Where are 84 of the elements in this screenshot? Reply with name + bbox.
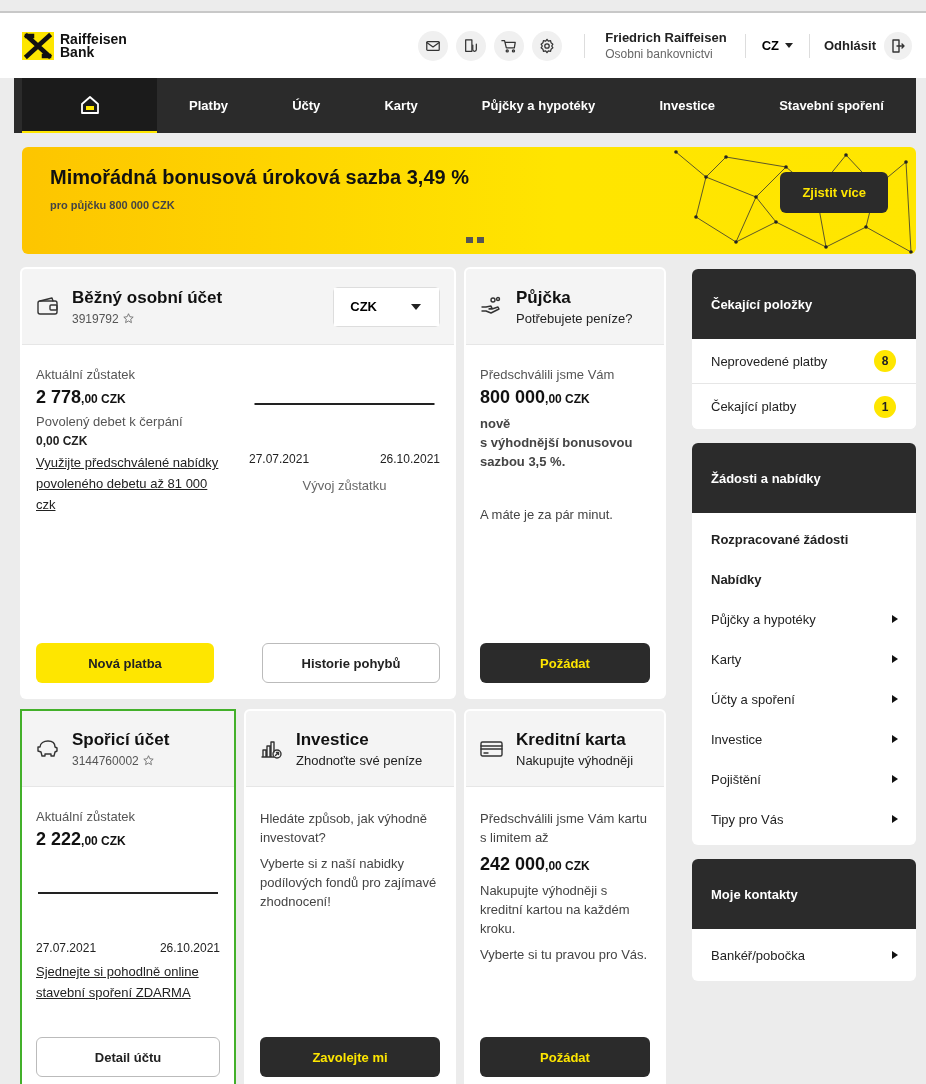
logout-icon (890, 37, 906, 54)
nav-tab[interactable]: Investice (657, 94, 718, 117)
banner-subtitle: pro půjčku 800 000 CZK (50, 199, 176, 211)
home-icon (79, 94, 100, 115)
description-text: Předschválili jsme Vám kartu s limitem až (480, 810, 648, 847)
card-subtitle: Potřebujete peníze? (516, 310, 634, 326)
card-title: Spořicí účet (72, 729, 171, 750)
card-title: Kreditní karta (516, 729, 627, 750)
action-button[interactable]: Nová platba (36, 643, 214, 683)
arrow-right-icon (892, 615, 898, 623)
debit-value: 0,00 CZK (36, 434, 89, 448)
balance-label: Povolený debet k čerpání (36, 414, 184, 429)
action-button[interactable]: Detail účtu (36, 1037, 220, 1077)
arrow-right-icon (892, 775, 898, 783)
amount-value: 800 000,00 CZK (480, 387, 591, 408)
amount-value: 2 222,00 CZK (36, 829, 127, 850)
nav-tab[interactable]: Platby (187, 94, 231, 117)
nav-tab[interactable]: Karty (382, 94, 420, 117)
card-title: Běžný osobní účet (72, 287, 224, 308)
date-label: 27.07.2021 (36, 941, 97, 955)
count-badge: 1 (874, 395, 896, 418)
offer-link[interactable]: Sjednejte si pohodlně online stavební spoření ZDARMA (36, 961, 220, 1003)
bank-logo-icon (22, 31, 54, 60)
document-clip-button[interactable] (456, 30, 487, 61)
settings-button[interactable] (532, 30, 563, 61)
user-name: Friedrich Raiffeisen (605, 30, 727, 45)
panel-header: Žádosti a nabídky (692, 443, 916, 513)
logout-button[interactable]: Odhlásit (824, 31, 912, 60)
mail-button[interactable] (418, 30, 449, 61)
logo-wordmark: Raiffeisen Bank (60, 32, 127, 59)
description-text: A máte je za pár minut. (480, 506, 614, 524)
description-text: Hledáte způsob, jak výhodně investovat? (260, 810, 428, 847)
card-subtitle: Nakupujte výhodněji (516, 752, 635, 768)
description-text: Vyberte si tu pravou pro Vás. (480, 946, 649, 964)
amount-value: 2 778,00 CZK (36, 387, 127, 408)
offer-link[interactable]: Využijte předschválené nabídky povoleného debetu až 81 000 czk (36, 452, 227, 515)
cart-icon (501, 37, 518, 54)
arrow-right-icon (892, 695, 898, 703)
document-clip-icon (463, 37, 480, 54)
nav-tab[interactable]: Účty (290, 94, 323, 117)
date-label: 26.10.2021 (159, 941, 220, 955)
caret-icon (785, 43, 793, 48)
account-number: 3919792 (72, 311, 119, 326)
chart-caption: Vývoj zůstatku (301, 478, 388, 493)
nav-tab[interactable]: Půjčky a hypotéky (479, 94, 598, 117)
balance-label: Aktuální zůstatek (36, 809, 136, 824)
arrow-right-icon (892, 815, 898, 823)
currency-select[interactable]: CZK (333, 286, 440, 327)
action-button[interactable]: Historie pohybů (262, 643, 440, 683)
date-label: 26.10.2021 (379, 452, 440, 466)
balance-label: Předschválili jsme Vám (480, 367, 616, 382)
nav-tab[interactable]: Stavební spoření (777, 94, 886, 117)
count-badge: 8 (874, 350, 896, 372)
action-button[interactable]: Zavolejte mi (260, 1037, 440, 1077)
arrow-right-icon (892, 951, 898, 959)
star-icon[interactable] (122, 313, 134, 324)
home-tab[interactable] (22, 78, 157, 133)
action-button[interactable]: Požádat (480, 1037, 650, 1077)
highlight-text: s výhodnější bonusovou sazbou 3,5 %. (480, 434, 634, 471)
action-button[interactable]: Požádat (480, 643, 650, 683)
account-number: 3144760002 (72, 753, 139, 768)
arrow-right-icon (892, 735, 898, 743)
card-title: Půjčka (516, 287, 572, 308)
balance-label: Aktuální zůstatek (36, 367, 136, 382)
panel-header: Čekající položky (692, 269, 916, 339)
arrow-right-icon (892, 655, 898, 663)
date-label: 27.07.2021 (249, 452, 310, 466)
panel-header: Moje kontakty (692, 859, 916, 929)
wallet-icon (36, 295, 60, 318)
cart-button[interactable] (494, 30, 525, 61)
star-icon[interactable] (142, 755, 154, 766)
description-text: Nakupujte výhodněji s kreditní kartou na každém kroku. (480, 882, 631, 938)
banner-title: Mimořádná bonusová úroková sazba 3,49 % (50, 166, 470, 189)
learn-more-button[interactable]: Zjistit více (780, 172, 888, 213)
caret-icon (411, 303, 421, 310)
settings-icon (539, 37, 556, 54)
user-subtitle: Osobni bankovnictvi (605, 47, 714, 61)
language-select[interactable]: CZ (759, 36, 795, 55)
piggy-bank-icon (36, 737, 60, 760)
card-title: Investice (296, 729, 370, 750)
card-subtitle: Zhodnoťte své peníze (296, 752, 424, 768)
highlight-text: nově (480, 415, 512, 433)
amount-value: 242 000,00 CZK (480, 854, 591, 875)
description-text: Vyberte si z naší nabidky podílových fondů pro zajímavé zhodnocení! (260, 855, 438, 911)
